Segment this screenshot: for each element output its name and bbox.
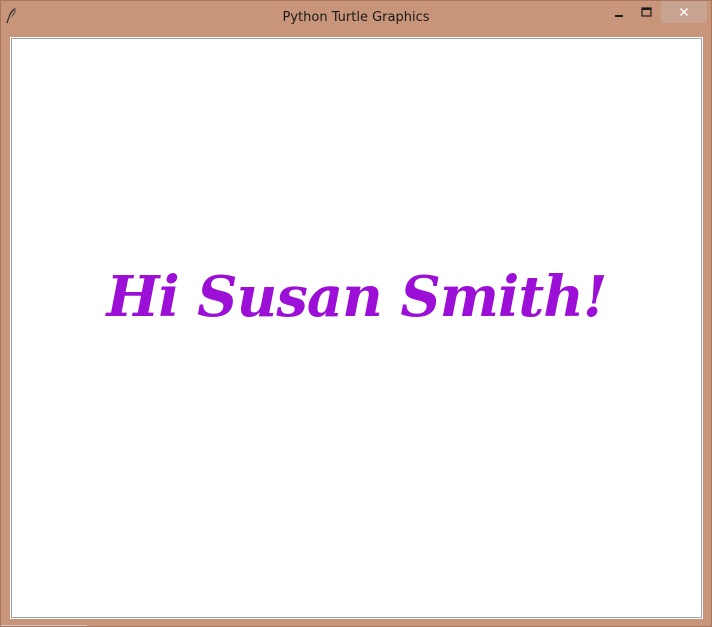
- close-icon: [680, 8, 688, 16]
- greeting-text: Hi Susan Smith!: [106, 264, 608, 330]
- maximize-button[interactable]: [632, 1, 660, 23]
- canvas-frame: Hi Susan Smith!: [10, 37, 703, 619]
- maximize-icon: [640, 7, 652, 17]
- window-title: Python Turtle Graphics: [282, 10, 430, 25]
- turtle-window: Python Turtle Graphics Hi Susan Smith!: [0, 0, 712, 627]
- minimize-icon: [615, 15, 623, 17]
- turtle-canvas[interactable]: Hi Susan Smith!: [14, 41, 699, 615]
- bottom-edge: [1, 625, 87, 626]
- close-button[interactable]: [661, 1, 707, 23]
- minimize-button[interactable]: [606, 1, 632, 23]
- title-bar[interactable]: Python Turtle Graphics: [1, 1, 711, 35]
